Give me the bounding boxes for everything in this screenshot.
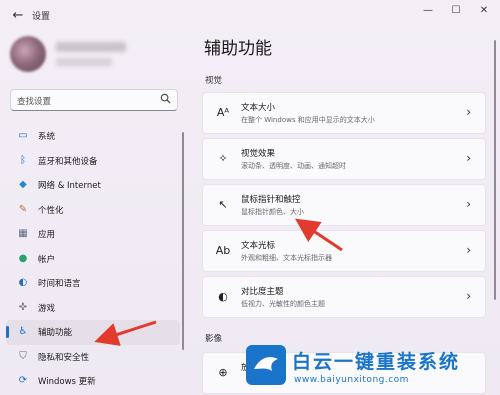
sidebar-item-label: 系统 [38, 132, 56, 142]
sidebar-item-5[interactable]: ● 帐户 [6, 247, 180, 272]
sidebar-item-label: 帐户 [38, 254, 56, 265]
sidebar-item-7[interactable]: ✜ 游戏 [6, 296, 180, 321]
watermark-url: www.baiyunxitong.com [294, 375, 409, 385]
text-size-icon: Aᴬ [216, 106, 230, 119]
sidebar-item-8[interactable]: ♿ 辅助功能 [6, 320, 180, 345]
back-button[interactable]: ← [8, 6, 28, 26]
search-placeholder: 查找设置 [17, 97, 52, 107]
accessibility-icon: ♿ [18, 326, 28, 337]
globe-clock-icon: ◐ [18, 277, 28, 288]
card-title: 文本大小 [241, 103, 276, 113]
section-label-hearing: 影像 [205, 334, 223, 344]
shield-icon: ⛉ [19, 350, 27, 362]
card-subtitle: 鼠标指针颜色、大小 [241, 208, 304, 216]
contrast-icon: ◐ [218, 290, 228, 303]
sidebar-item-1[interactable]: ᛒ 蓝牙和其他设备 [6, 149, 180, 174]
update-icon: ⟳ [18, 375, 28, 386]
sidebar-item-9[interactable]: ⛉ 隐私和安全性 [6, 345, 180, 370]
gamepad-icon: ✜ [18, 301, 28, 313]
app-title: 设置 [32, 12, 51, 22]
user-profile[interactable] [10, 34, 180, 78]
sidebar-item-label: Windows 更新 [38, 377, 96, 387]
sidebar-nav: ▭ 系统 ᛒ 蓝牙和其他设备 ◆ 网络 & Internet ✎ 个性化 ▦ 应用 ● 帐户 ◐ 时间和语… [6, 124, 180, 394]
card-title: 文本光标 [241, 241, 276, 251]
monitor-icon: ▭ [18, 130, 28, 141]
chevron-right-icon: › [466, 243, 471, 257]
mouse-pointer-icon: ↖ [218, 198, 228, 211]
avatar [10, 36, 46, 72]
bird-logo-icon [246, 345, 286, 385]
wifi-icon: ◆ [19, 179, 27, 190]
sidebar-item-label: 蓝牙和其他设备 [38, 156, 98, 167]
setting-card-1[interactable]: ✧ 视觉效果滚动条、透明度、动画、通知超时 › [202, 138, 486, 180]
sidebar-item-4[interactable]: ▦ 应用 [6, 222, 180, 247]
chevron-right-icon: › [466, 197, 471, 211]
apps-icon: ▦ [18, 228, 28, 239]
card-subtitle: 外观和粗细、文本光标指示器 [241, 254, 332, 262]
sidebar-item-label: 时间和语言 [38, 279, 81, 289]
setting-card-4[interactable]: ◐ 对比度主题低视力、光敏性的颜色主题 › [202, 276, 486, 318]
setting-card-2[interactable]: ↖ 鼠标指针和触控 鼠标指针颜色、大小 › [202, 184, 486, 226]
text-cursor-icon: Ab [215, 244, 231, 257]
card-subtitle: 在整个 Windows 和应用中显示的文本大小 [241, 116, 375, 124]
sidebar-item-3[interactable]: ✎ 个性化 [6, 198, 180, 223]
chevron-right-icon: › [466, 151, 471, 165]
card-subtitle: 低视力、光敏性的颜色主题 [241, 300, 325, 308]
page-title: 辅助功能 [204, 39, 272, 59]
card-subtitle: 滚动条、透明度、动画、通知超时 [241, 162, 346, 170]
maximize-button[interactable]: ☐ [442, 3, 470, 19]
setting-card-3[interactable]: Ab 文本光标外观和粗细、文本光标指示器 › [202, 230, 486, 272]
sidebar-item-label: 个性化 [38, 205, 64, 216]
active-indicator [6, 326, 9, 338]
settings-window: ← 设置 — ☐ ✕ 查找设置 ▭ 系统 ᛒ 蓝牙和其他设备 ◆ 网络 & Interne… [0, 0, 500, 395]
sidebar-item-label: 网络 & Internet [38, 181, 101, 191]
card-title: 鼠标指针和触控 [241, 195, 301, 205]
main-scrollbar[interactable] [494, 40, 496, 300]
title-bar: ← 设置 — ☐ ✕ [0, 0, 500, 32]
brush-icon: ✎ [18, 203, 28, 215]
sidebar-item-label: 辅助功能 [38, 328, 73, 338]
watermark-title: 白云一键重装系统 [292, 351, 461, 373]
section-label-vision: 视觉 [205, 76, 223, 86]
minimize-button[interactable]: — [414, 3, 442, 19]
setting-card-0[interactable]: Aᴬ 文本大小在整个 Windows 和应用中显示的文本大小 › [202, 92, 486, 134]
close-button[interactable]: ✕ [470, 3, 498, 19]
sidebar-item-label: 游戏 [38, 303, 56, 314]
sidebar-item-2[interactable]: ◆ 网络 & Internet [6, 173, 180, 198]
card-title: 对比度主题 [241, 287, 284, 297]
search-input[interactable]: 查找设置 [10, 89, 178, 111]
sidebar-scrollbar[interactable] [182, 132, 184, 350]
sidebar-item-label: 应用 [38, 230, 56, 240]
card-title: 视觉效果 [241, 149, 276, 159]
search-icon[interactable] [160, 93, 171, 107]
sidebar-item-label: 隐私和安全性 [38, 352, 90, 363]
chevron-right-icon: › [466, 289, 471, 303]
account-icon: ● [18, 252, 28, 264]
chevron-right-icon: › [466, 105, 471, 119]
sidebar-item-0[interactable]: ▭ 系统 [6, 124, 180, 149]
magnifier-icon: ⊕ [218, 366, 228, 379]
blurred-user-email [56, 58, 112, 66]
bluetooth-icon: ᛒ [20, 154, 26, 166]
watermark: 白云一键重装系统 www.baiyunxitong.com [246, 345, 500, 395]
sidebar-item-10[interactable]: ⟳ Windows 更新 [6, 369, 180, 394]
blurred-user-name [56, 42, 126, 52]
sidebar-item-6[interactable]: ◐ 时间和语言 [6, 271, 180, 296]
sparkle-icon: ✧ [218, 152, 228, 165]
